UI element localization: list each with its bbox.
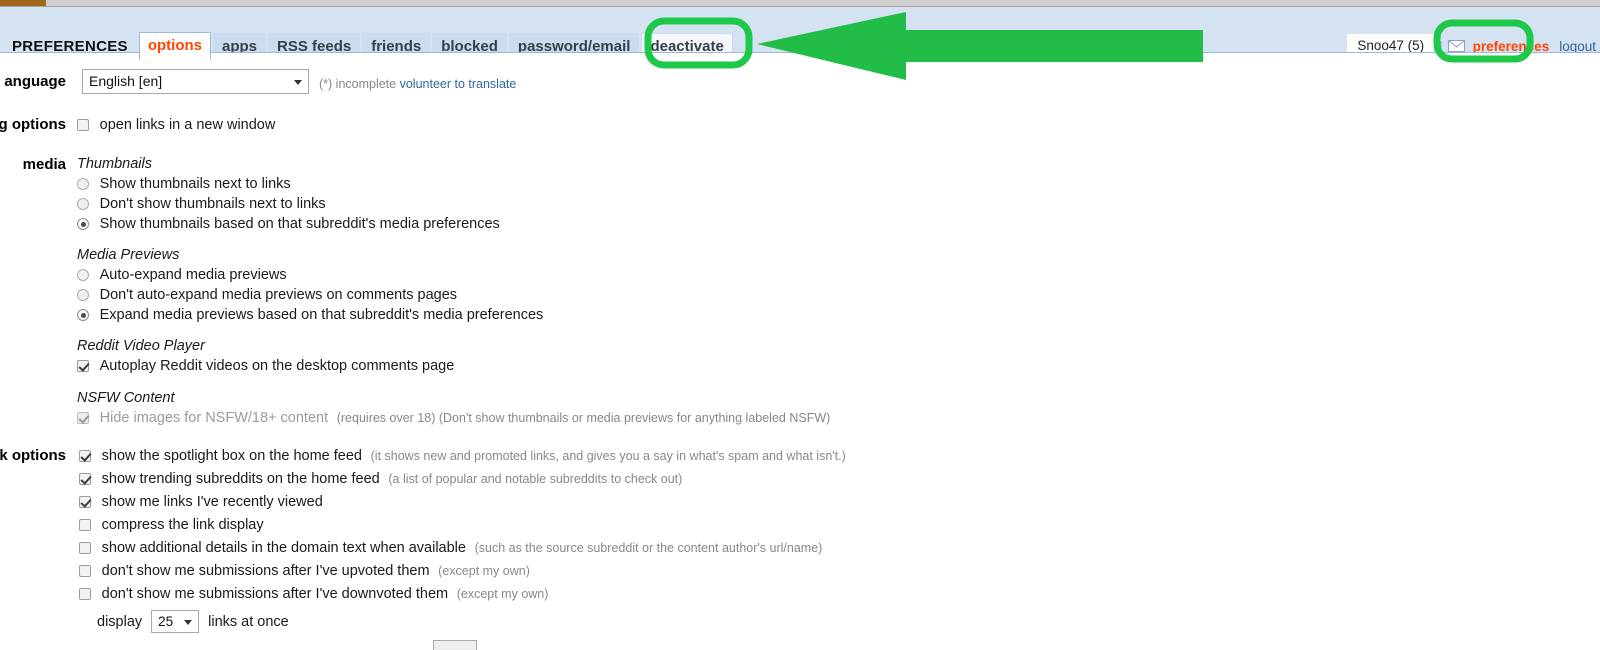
thumbnails-option-0[interactable]: Show thumbnails next to links <box>77 176 291 192</box>
nsfw-group-title: NSFW Content <box>77 390 175 406</box>
display-links-prefix: display <box>97 613 143 630</box>
link-option-6-label: don't show me submissions after I've dow… <box>101 586 449 602</box>
link-option-4-label: show additional details in the domain te… <box>101 540 466 556</box>
recently-viewed-checkbox[interactable] <box>79 496 91 508</box>
reddit-top-bar <box>0 0 1600 7</box>
thumbnails-option-2-label: Show thumbnails based on that subreddit'… <box>99 216 500 232</box>
media-previews-option-2-label: Expand media previews based on that subr… <box>99 307 544 323</box>
link-option-row-0[interactable]: show the spotlight box on the home feed … <box>79 448 846 464</box>
media-row-label: media <box>22 156 66 173</box>
display-links-row: display 25 links at once <box>97 610 289 633</box>
nsfw-hide-images-hint: (requires over 18) (Don't show thumbnail… <box>336 411 831 425</box>
media-previews-radio-dont-autoexpand[interactable] <box>77 289 89 301</box>
language-select-value: English [en] <box>89 73 163 89</box>
autoplay-videos-label: Autoplay Reddit videos on the desktop co… <box>99 358 455 374</box>
thumbnails-option-0-label: Show thumbnails next to links <box>99 176 291 192</box>
language-hint-text: (*) incomplete <box>319 77 400 91</box>
media-previews-option-2[interactable]: Expand media previews based on that subr… <box>77 307 543 323</box>
language-hint: (*) incomplete volunteer to translate <box>319 77 516 91</box>
thumbnails-radio-dont-show[interactable] <box>77 198 89 210</box>
top-bar-orange-segment <box>0 0 46 6</box>
media-previews-group-title: Media Previews <box>77 247 180 263</box>
compress-link-display-checkbox[interactable] <box>79 519 91 531</box>
domain-details-checkbox[interactable] <box>79 542 91 554</box>
autoplay-videos-checkbox[interactable] <box>77 360 89 372</box>
link-option-4-hint: (such as the source subreddit or the con… <box>474 541 823 555</box>
autoplay-videos-row[interactable]: Autoplay Reddit videos on the desktop co… <box>77 358 454 374</box>
link-option-row-1[interactable]: show trending subreddits on the home fee… <box>79 471 682 487</box>
thumbnails-option-1-label: Don't show thumbnails next to links <box>99 196 326 212</box>
thumbnails-radio-show[interactable] <box>77 178 89 190</box>
media-previews-option-0[interactable]: Auto-expand media previews <box>77 267 287 283</box>
open-links-new-window-checkbox[interactable] <box>77 119 89 131</box>
thumbnails-group-title: Thumbnails <box>77 156 152 172</box>
volunteer-to-translate-link[interactable]: volunteer to translate <box>400 77 517 91</box>
language-select[interactable]: English [en] <box>82 69 309 94</box>
open-links-new-window-label: open links in a new window <box>99 117 276 133</box>
open-links-new-window-row[interactable]: open links in a new window <box>77 117 275 133</box>
nsfw-hide-images-label: Hide images for NSFW/18+ content <box>99 410 329 426</box>
preferences-header: PREFERENCES options apps RSS feeds frien… <box>0 7 1600 60</box>
hide-upvoted-checkbox[interactable] <box>79 565 91 577</box>
video-player-group-title: Reddit Video Player <box>77 338 205 354</box>
hide-downvoted-checkbox[interactable] <box>79 588 91 600</box>
link-option-2-label: show me links I've recently viewed <box>101 494 323 510</box>
link-option-row-3[interactable]: compress the link display <box>79 517 264 533</box>
link-option-1-hint: (a list of popular and notable subreddit… <box>388 472 683 486</box>
link-option-0-hint: (it shows new and promoted links, and gi… <box>370 449 846 463</box>
browsing-options-row-label: g options <box>0 116 66 133</box>
link-options-row-label: k options <box>0 447 66 464</box>
link-option-3-label: compress the link display <box>101 517 264 533</box>
link-option-1-label: show trending subreddits on the home fee… <box>101 471 380 487</box>
chevron-down-icon <box>294 79 302 85</box>
link-option-row-5[interactable]: don't show me submissions after I've upv… <box>79 563 530 579</box>
link-option-5-hint: (except my own) <box>438 564 530 578</box>
trending-subreddits-checkbox[interactable] <box>79 473 91 485</box>
thumbnails-radio-subreddit[interactable] <box>77 218 89 230</box>
link-option-5-label: don't show me submissions after I've upv… <box>101 563 430 579</box>
link-option-row-2[interactable]: show me links I've recently viewed <box>79 494 323 510</box>
media-previews-radio-autoexpand[interactable] <box>77 269 89 281</box>
media-previews-option-1[interactable]: Don't auto-expand media previews on comm… <box>77 287 457 303</box>
display-links-suffix: links at once <box>208 613 289 630</box>
link-option-row-6[interactable]: don't show me submissions after I've dow… <box>79 586 548 602</box>
thumbnails-option-2[interactable]: Show thumbnails based on that subreddit'… <box>77 216 500 232</box>
partial-select-below-fold[interactable] <box>433 640 477 650</box>
links-per-page-select[interactable]: 25 <box>151 610 200 633</box>
nsfw-hide-images-row: Hide images for NSFW/18+ content (requir… <box>77 410 830 426</box>
link-option-row-4[interactable]: show additional details in the domain te… <box>79 540 822 556</box>
language-row-label: anguage <box>4 73 66 90</box>
chevron-down-icon-small <box>184 619 193 625</box>
link-option-0-label: show the spotlight box on the home feed <box>101 448 362 464</box>
media-previews-radio-subreddit[interactable] <box>77 309 89 321</box>
media-previews-option-0-label: Auto-expand media previews <box>99 267 287 283</box>
link-option-6-hint: (except my own) <box>456 587 549 601</box>
nsfw-hide-images-checkbox <box>77 412 89 424</box>
tab-options[interactable]: options <box>138 32 211 60</box>
thumbnails-option-1[interactable]: Don't show thumbnails next to links <box>77 196 326 212</box>
envelope-icon[interactable] <box>1447 40 1465 52</box>
media-previews-option-1-label: Don't auto-expand media previews on comm… <box>99 287 458 303</box>
preferences-form: anguage English [en] (*) incomplete volu… <box>0 53 1600 650</box>
spotlight-box-checkbox[interactable] <box>79 450 91 462</box>
